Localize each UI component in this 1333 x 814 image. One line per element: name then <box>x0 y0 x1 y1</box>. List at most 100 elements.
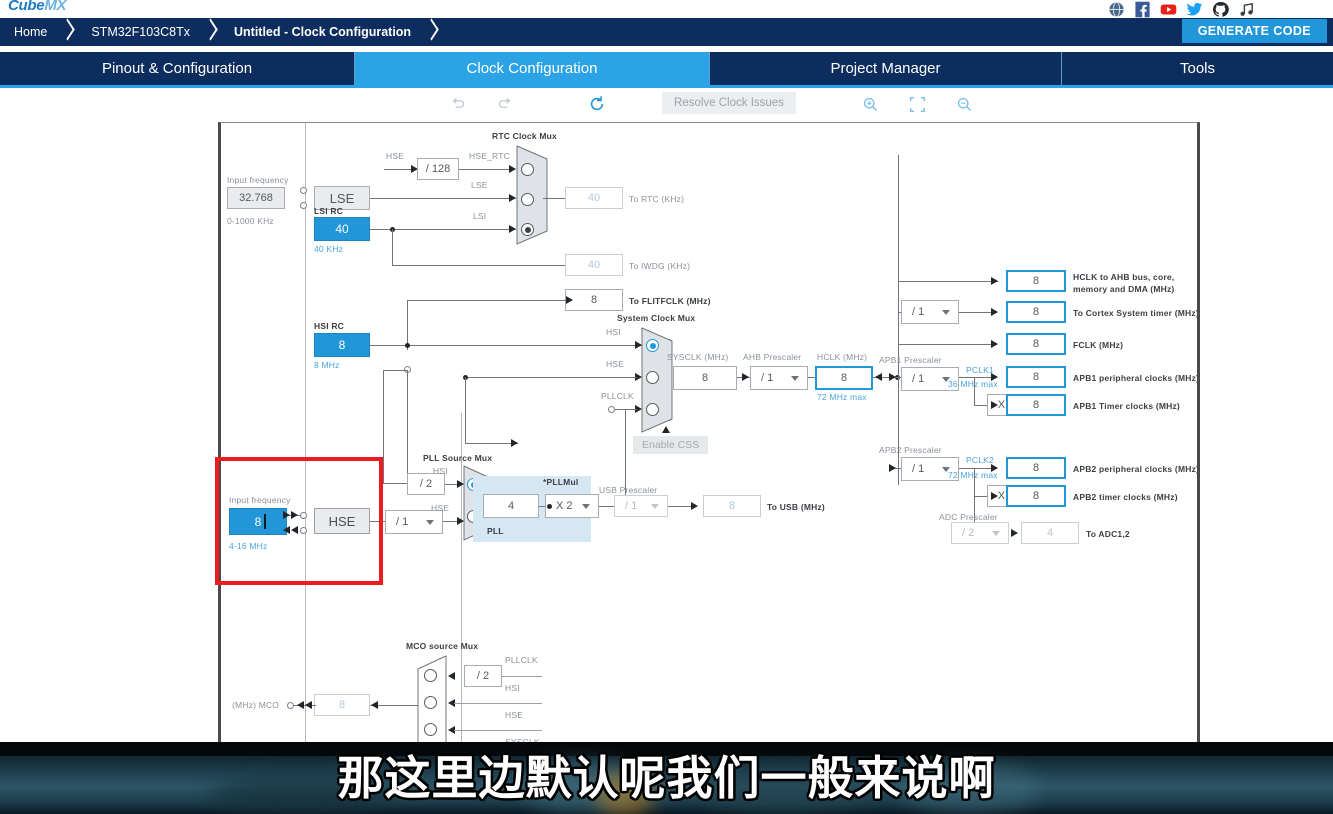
ahb-bus-label-line1: HCLK to AHB bus, core, <box>1073 272 1175 282</box>
chevron-down-icon <box>426 520 434 525</box>
line-mco-hse-in <box>454 730 542 731</box>
hse-range-label: 4-16 MHz <box>229 541 268 551</box>
breadcrumb-item-home[interactable]: Home <box>0 18 59 46</box>
line-apb2-to-timer <box>974 468 975 496</box>
breadcrumb: Home STM32F103C8Tx Untitled - Clock Conf… <box>0 18 1333 46</box>
mco-mux-option-pllclk[interactable] <box>424 669 437 682</box>
sys-mux-option-hse[interactable] <box>646 371 659 384</box>
apb1-prescaler-label: APB1 Prescaler <box>879 355 942 365</box>
line-hclk-to-fclk <box>898 344 997 345</box>
hse-rtc-label: HSE_RTC <box>469 151 510 161</box>
usb-prescaler-dropdown[interactable]: / 1 <box>614 495 668 517</box>
enable-css-button[interactable]: Enable CSS <box>633 436 709 454</box>
rtc-mux-option-lsi[interactable] <box>521 223 534 236</box>
arrow-hclk-bus-left <box>875 373 882 381</box>
sys-mux-option-hsi[interactable] <box>646 339 659 352</box>
junction-hsi <box>405 343 410 348</box>
lse-input-frequency-field[interactable]: 32.768 <box>227 187 285 209</box>
text-cursor <box>264 514 266 529</box>
rtc-mux-option-hse-rtc[interactable] <box>521 163 534 176</box>
hclk-value[interactable]: 8 <box>815 366 873 390</box>
zoom-in-button[interactable] <box>858 92 882 116</box>
fclk-value: 8 <box>1006 333 1066 355</box>
fclk-label: FCLK (MHz) <box>1073 340 1124 350</box>
sysclk-value: 8 <box>673 366 737 390</box>
pll-multiplier-dropdown[interactable]: X 2 <box>545 494 599 518</box>
mco-mux-option-hsi[interactable] <box>424 696 437 709</box>
zoom-out-button[interactable] <box>952 92 976 116</box>
rtcmux-lsi-label: LSI <box>473 211 487 221</box>
tab-pinout-configuration[interactable]: Pinout & Configuration <box>0 52 355 85</box>
arrow-apb1-timer <box>991 401 998 409</box>
line-hse-down-css <box>465 377 466 443</box>
hse-pin-top <box>300 512 307 519</box>
clock-tree-canvas[interactable]: Input frequency 32.768 0-1000 KHz LSE HS… <box>218 122 1200 742</box>
cortex-prescaler-dropdown[interactable]: / 1 <box>901 300 959 324</box>
to-rtc-label: To RTC (KHz) <box>629 194 685 204</box>
hsi-rc-value[interactable]: 8 <box>314 333 370 357</box>
hse-rtc-divider: / 128 <box>417 158 459 180</box>
arrow-apb2-periph <box>991 464 998 472</box>
to-iwdg-label: To IWDG (KHz) <box>629 261 691 271</box>
resolve-clock-issues-button[interactable]: Resolve Clock Issues <box>662 92 796 114</box>
line-apb1-to-timer <box>974 377 975 405</box>
tab-project-manager[interactable]: Project Manager <box>710 52 1062 85</box>
undo-button[interactable] <box>446 92 470 116</box>
hse-box[interactable]: HSE <box>314 508 370 534</box>
sysmux-hsi-label: HSI <box>606 327 621 337</box>
music-note-icon[interactable] <box>1238 1 1255 18</box>
mco-mux-option-hse[interactable] <box>424 723 437 736</box>
arrow-hse-in-a <box>283 511 290 519</box>
rtc-mux-option-lse[interactable] <box>521 193 534 206</box>
apb2-peripheral-label: APB2 peripheral clocks (MHz) <box>1073 464 1200 474</box>
arrow-apb2-timer <box>991 492 998 500</box>
lsi-rc-value[interactable]: 40 <box>314 217 370 241</box>
arrow-hse-in-b <box>291 511 298 519</box>
adc-prescaler-dropdown[interactable]: / 2 <box>951 522 1009 544</box>
hse-input-frequency-field[interactable]: 8 <box>229 508 287 535</box>
logo-cube-text: Cube <box>8 0 45 14</box>
arrow-css-in <box>511 439 518 447</box>
sysmux-hse-label: HSE <box>606 359 625 369</box>
to-flitfclk-value: 8 <box>565 289 623 311</box>
mco-pllclk-divider: / 2 <box>464 665 502 687</box>
sysclk-label: SYSCLK (MHz) <box>667 352 729 362</box>
generate-code-button[interactable]: GENERATE CODE <box>1181 19 1327 43</box>
twitter-icon[interactable] <box>1186 1 1203 18</box>
pll-value[interactable]: 4 <box>483 494 539 518</box>
line-lsi-to-iwdg <box>392 265 572 266</box>
mco-label: (MHz) MCO <box>232 700 280 710</box>
rtcmux-lse-label: LSE <box>471 180 488 190</box>
social-icons <box>1108 0 1255 18</box>
globe-icon[interactable] <box>1108 1 1125 18</box>
breadcrumb-item-project[interactable]: Untitled - Clock Configuration <box>220 18 423 46</box>
to-adc-label: To ADC1,2 <box>1086 529 1130 539</box>
tab-clock-configuration[interactable]: Clock Configuration <box>355 52 710 85</box>
youtube-icon[interactable] <box>1160 1 1177 18</box>
ahb-bus-label-line2: memory and DMA (MHz) <box>1073 284 1175 294</box>
chevron-down-icon <box>942 310 950 315</box>
guide-rail-left <box>305 123 306 742</box>
usb-prescaler-value: / 1 <box>625 500 638 512</box>
line-apb2-timer-in <box>974 496 987 497</box>
to-flitfclk-label: To FLITFCLK (MHz) <box>629 296 711 306</box>
arrow-mco-value-in <box>371 701 378 709</box>
pllmux-hse-label: HSE <box>431 503 450 513</box>
hse-prescaler-dropdown[interactable]: / 1 <box>385 510 443 534</box>
lsi-rc-unit: 40 KHz <box>314 244 344 254</box>
to-iwdg-value: 40 <box>565 254 623 276</box>
facebook-icon[interactable] <box>1134 1 1151 18</box>
tab-tools[interactable]: Tools <box>1062 52 1333 85</box>
system-clock-mux-title: System Clock Mux <box>617 313 696 323</box>
ahb-prescaler-dropdown[interactable]: / 1 <box>750 366 808 390</box>
breadcrumb-item-mcu[interactable]: STM32F103C8Tx <box>77 18 202 46</box>
apb1-timer-value: 8 <box>1006 394 1066 416</box>
sys-mux-option-pllclk[interactable] <box>646 403 659 416</box>
refresh-button[interactable] <box>585 92 609 116</box>
fit-to-screen-button[interactable] <box>905 92 929 116</box>
arrow-cortex-out <box>991 308 998 316</box>
github-icon[interactable] <box>1212 1 1229 18</box>
redo-button[interactable] <box>493 92 517 116</box>
pll-source-mux-title: PLL Source Mux <box>423 453 493 463</box>
hclk-label: HCLK (MHz) <box>817 352 868 362</box>
